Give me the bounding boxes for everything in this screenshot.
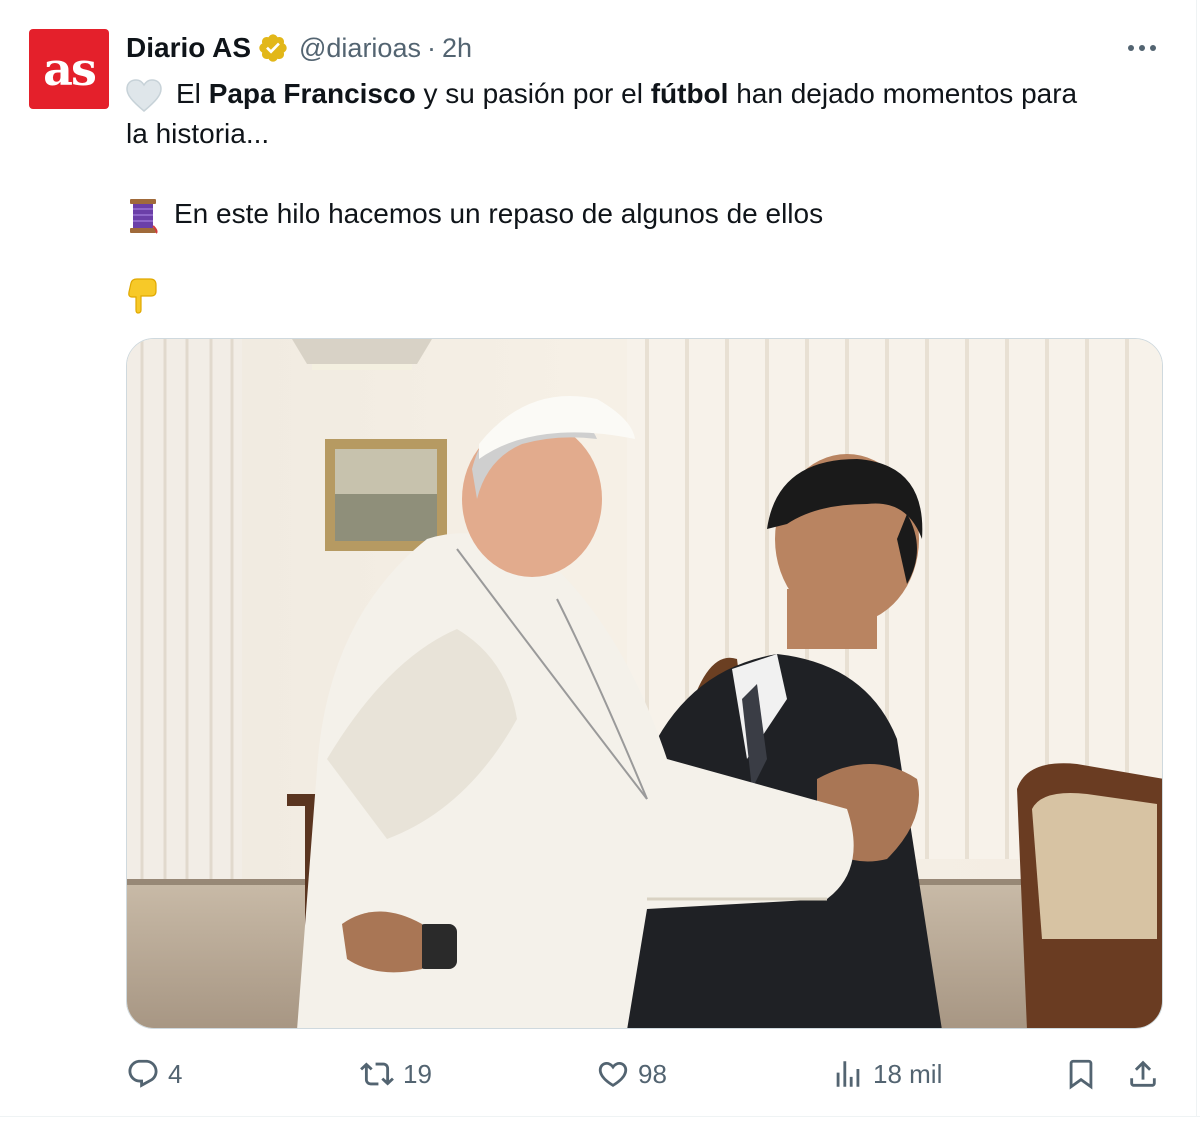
analytics-icon [836,1061,860,1087]
bookmark-button[interactable] [1064,1052,1106,1096]
tweet-bold-pope: Papa Francisco [208,78,416,109]
tweet-line-1: El Papa Francisco y su pasión por el fút… [126,74,1176,114]
tweet-line-3: En este hilo hacemos un repaso de alguno… [126,194,1176,234]
tweet-header: Diario AS @diarioas · 2h [126,28,472,68]
like-button[interactable]: 98 [596,1052,667,1096]
tweet-line-2: la historia... [126,118,270,149]
tweet-text-part: y su pasión por el [415,78,651,109]
bookmark-icon [1069,1059,1093,1090]
white-heart-icon [126,78,162,112]
timestamp[interactable]: 2h [442,33,472,64]
tweet-card[interactable]: as Diario AS @diarioas · 2h El Papa Fran… [0,0,1200,1124]
more-options-icon[interactable] [1124,30,1160,66]
avatar[interactable]: as [29,29,109,109]
tweet-actions: 4 19 98 18 mil [126,1052,1166,1096]
views-button[interactable]: 18 mil [831,1052,942,1096]
tweet-text-part: El [176,78,209,109]
thread-spool-icon [130,198,158,234]
tweet-photo[interactable] [126,338,1163,1029]
divider [1196,0,1197,1116]
photo-illustration [127,339,1162,1028]
repost-count: 19 [403,1058,432,1089]
heart-icon [598,1061,628,1087]
tweet-text-part: En este hilo hacemos un repaso de alguno… [174,198,824,229]
tweet-text: El Papa Francisco y su pasión por el fút… [126,74,1176,315]
tweet-text-part: han dejado momentos para [728,78,1078,109]
tweet-line-4 [126,274,1176,315]
pointing-down-icon [128,278,157,314]
share-icon [1130,1060,1156,1087]
author-name[interactable]: Diario AS [126,32,251,64]
reply-button[interactable]: 4 [126,1052,182,1096]
separator-dot: · [426,32,436,63]
reply-count: 4 [168,1058,183,1089]
view-count: 18 mil [873,1058,943,1089]
tweet-bold-football: fútbol [650,78,729,109]
share-button[interactable] [1126,1052,1168,1096]
verified-badge-icon [259,34,287,62]
like-count: 98 [638,1058,667,1089]
avatar-logo-text: as [43,42,97,96]
reply-icon [128,1059,158,1088]
repost-button[interactable]: 19 [359,1052,432,1096]
author-handle[interactable]: @diarioas [299,33,421,64]
divider [0,1116,1200,1117]
repost-icon [360,1062,394,1086]
